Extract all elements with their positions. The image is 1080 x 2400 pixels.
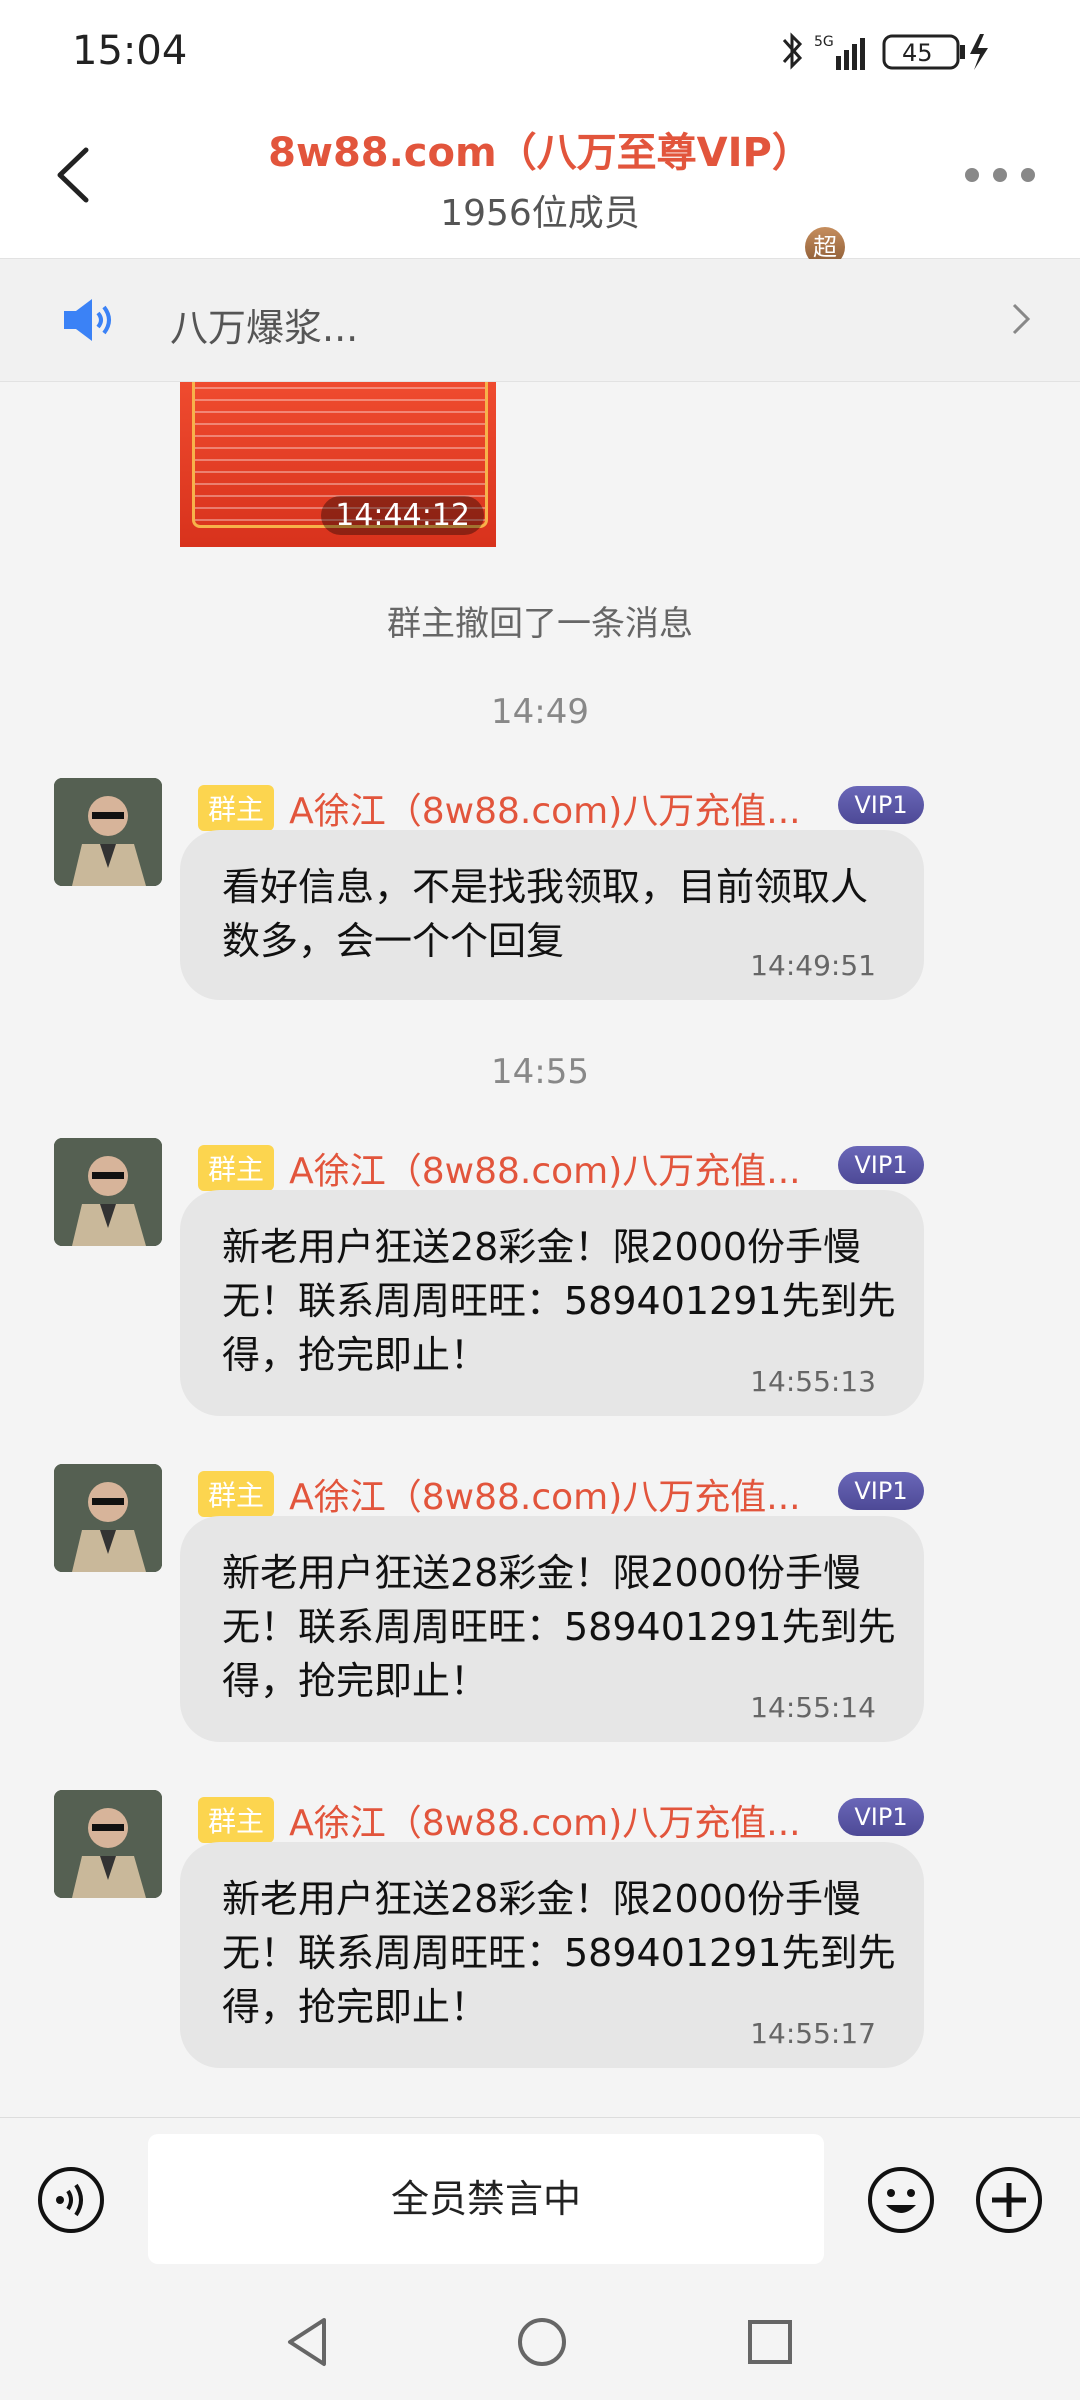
role-badge: 群主 — [198, 1797, 275, 1843]
message-bubble[interactable]: 新老用户狂送28彩金！限2000份手慢无！联系周周旺旺：589401291先到先… — [180, 1190, 924, 1416]
charging-icon — [970, 34, 988, 70]
message-input[interactable]: 全员禁言中 — [148, 2134, 824, 2264]
sender-name[interactable]: A徐江（8w88.com)八万充值... — [289, 1468, 801, 1520]
message-time: 14:55:14 — [750, 1691, 876, 1724]
member-count: 1956位成员 — [440, 193, 640, 234]
message-text: 新老用户狂送28彩金！限2000份手慢无！联系周周旺旺：589401291先到先… — [222, 1225, 896, 1377]
vip-badge: VIP1 — [838, 1472, 924, 1510]
vip-badge: VIP1 — [838, 1146, 924, 1184]
emoji-icon[interactable] — [866, 2165, 936, 2235]
speaker-icon — [64, 299, 111, 341]
vip-badge: VIP1 — [838, 1798, 924, 1836]
time-separator: 14:49 — [491, 692, 589, 732]
nav-recent-apps-icon[interactable] — [744, 2316, 796, 2368]
sender-row: 群主 A徐江（8w88.com)八万充值... — [198, 1794, 801, 1844]
svg-text:5G: 5G — [814, 34, 834, 50]
battery-icon: 45 — [882, 34, 965, 70]
message-text: 新老用户狂送28彩金！限2000份手慢无！联系周周旺旺：589401291先到先… — [222, 1877, 896, 2029]
sender-name[interactable]: A徐江（8w88.com)八万充值... — [289, 782, 801, 834]
sender-row: 群主 A徐江（8w88.com)八万充值... — [198, 1468, 801, 1518]
title-block: 8w88.com（八万至尊VIP） 1956位成员 — [0, 120, 1080, 236]
group-title[interactable]: 8w88.com（八万至尊VIP） — [0, 120, 1080, 178]
message-time: 14:49:51 — [750, 949, 876, 982]
role-badge: 群主 — [198, 1145, 275, 1191]
chat-header: 8w88.com（八万至尊VIP） 1956位成员 超 — [0, 100, 1080, 267]
avatar-image — [54, 1464, 162, 1572]
avatar[interactable] — [54, 1138, 162, 1246]
message-bubble[interactable]: 看好信息，不是找我领取，目前领取人数多，会一个个回复 14:49:51 — [180, 830, 924, 1000]
avatar[interactable] — [54, 1464, 162, 1572]
cellular-signal-icon: 5G — [814, 34, 865, 70]
chat-messages[interactable]: 14:44:12 群主撤回了一条消息 14:49 群主 A徐江（8w88.com… — [0, 382, 1080, 2117]
sender-row: 群主 A徐江（8w88.com)八万充值... — [198, 1142, 801, 1192]
sender-name[interactable]: A徐江（8w88.com)八万充值... — [289, 1142, 801, 1194]
announcement-bar[interactable]: 八万爆浆... — [0, 259, 1080, 382]
avatar-image — [54, 1138, 162, 1246]
announcement-text: 八万爆浆... — [170, 306, 359, 350]
message-bubble[interactable]: 新老用户狂送28彩金！限2000份手慢无！联系周周旺旺：589401291先到先… — [180, 1842, 924, 2068]
nav-home-icon[interactable] — [514, 2314, 570, 2370]
message-time: 14:55:17 — [750, 2017, 876, 2050]
message-bubble[interactable]: 新老用户狂送28彩金！限2000份手慢无！联系周周旺旺：589401291先到先… — [180, 1516, 924, 1742]
plus-icon[interactable] — [974, 2165, 1044, 2235]
vip-badge: VIP1 — [838, 786, 924, 824]
sender-name[interactable]: A徐江（8w88.com)八万充值... — [289, 1794, 801, 1846]
message-text: 新老用户狂送28彩金！限2000份手慢无！联系周周旺旺：589401291先到先… — [222, 1551, 896, 1703]
avatar-image — [54, 1790, 162, 1898]
input-bar: 全员禁言中 — [0, 2117, 1080, 2286]
nav-back-icon[interactable] — [282, 2314, 332, 2370]
status-icons: 5G 45 — [782, 32, 988, 70]
message-time: 14:55:13 — [750, 1365, 876, 1398]
chevron-right-icon — [1012, 303, 1031, 335]
voice-input-icon[interactable] — [36, 2165, 106, 2235]
time-separator: 14:55 — [491, 1052, 589, 1092]
sender-row: 群主 A徐江（8w88.com)八万充值... — [198, 782, 801, 832]
system-nav-bar — [0, 2286, 1080, 2400]
more-options-icon[interactable] — [960, 155, 1040, 195]
svg-text:45: 45 — [902, 39, 933, 67]
avatar[interactable] — [54, 778, 162, 886]
avatar[interactable] — [54, 1790, 162, 1898]
status-time: 15:04 — [72, 28, 188, 74]
image-message[interactable]: 14:44:12 — [180, 382, 496, 547]
bluetooth-icon — [782, 32, 803, 70]
system-message: 群主撤回了一条消息 — [387, 604, 693, 644]
avatar-image — [54, 778, 162, 886]
status-bar: 15:04 5G 45 — [0, 0, 1080, 100]
role-badge: 群主 — [198, 1471, 275, 1517]
role-badge: 群主 — [198, 785, 275, 831]
image-timestamp: 14:44:12 — [321, 496, 484, 535]
